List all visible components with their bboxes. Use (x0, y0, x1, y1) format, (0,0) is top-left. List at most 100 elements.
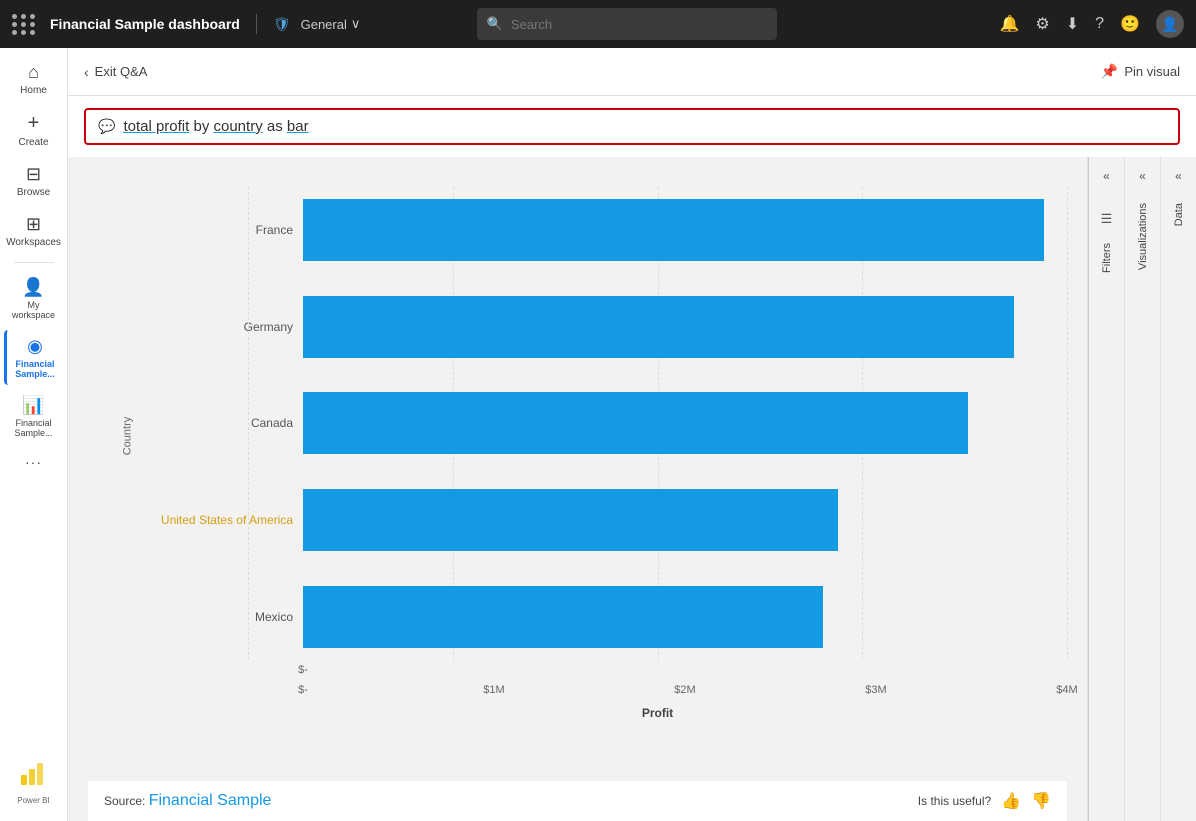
data-collapse-icon[interactable]: « (1171, 165, 1186, 187)
x-tick-2m: $2M (674, 684, 695, 696)
dashboard-title: Financial Sample dashboard (50, 16, 240, 32)
bar-row-germany: Germany (143, 284, 1067, 371)
help-icon[interactable]: ? (1095, 15, 1104, 33)
bars-area: France Germany (88, 187, 1067, 660)
query-total-profit: total profit (123, 118, 189, 135)
bars-container: Country (88, 187, 1067, 684)
sidebar-item-financial-sample-2[interactable]: 📊 Financial Sample... (4, 389, 64, 444)
download-icon[interactable]: ⬇ (1066, 14, 1079, 34)
bar-row-canada: Canada (143, 380, 1067, 467)
bar-track-usa (303, 489, 1067, 551)
bar-row-france: France (143, 187, 1067, 274)
x-tick-4m: $4M (1056, 684, 1077, 696)
grid-line-4m (1067, 187, 1068, 660)
query-country: country (214, 118, 263, 135)
sidebar-bottom: Power BI (17, 757, 49, 813)
qna-input-box[interactable]: 💬 total profit by country as bar (84, 108, 1180, 145)
bell-icon[interactable]: 🔔 (1000, 14, 1020, 34)
query-bar: bar (287, 118, 309, 135)
bar-track-mexico (303, 586, 1067, 648)
visualizations-panel-label: Visualizations (1137, 195, 1149, 278)
data-panel-label: Data (1173, 195, 1185, 234)
sidebar-item-label: Create (18, 137, 48, 148)
search-input[interactable] (511, 17, 767, 32)
bar-track-france (303, 199, 1067, 261)
workspace-selector[interactable]: General ∨ (301, 16, 361, 32)
bar-label-canada: Canada (143, 416, 293, 430)
exit-qna-button[interactable]: ‹ Exit Q&A (84, 64, 147, 80)
sidebar-item-my-workspace[interactable]: 👤 My workspace (4, 271, 64, 326)
sidebar-item-label: Home (20, 85, 47, 96)
nav-icon-group: 🔔 ⚙ ⬇ ? 🙂 👤 (1000, 10, 1185, 38)
app-launcher-icon[interactable] (12, 14, 36, 35)
filters-collapse-icon[interactable]: « (1099, 165, 1114, 187)
filters-icon: ☰ (1101, 211, 1113, 227)
thumbs-up-button[interactable]: 👍 (1001, 791, 1021, 811)
bar-fill-canada (303, 392, 968, 454)
workspace-label: General (301, 17, 347, 32)
bar-label-usa: United States of America (143, 513, 293, 527)
create-icon: + (28, 112, 40, 135)
chart-and-panels: Country (68, 157, 1196, 821)
feedback-icon[interactable]: 🙂 (1120, 14, 1140, 34)
content-area: ‹ Exit Q&A 📌 Pin visual 💬 total profit b… (68, 48, 1196, 821)
shield-icon: 🛡 (273, 16, 291, 33)
bar-track-canada (303, 392, 1067, 454)
bar-fill-france (303, 199, 1044, 261)
chart-main: Country (68, 157, 1087, 821)
sidebar-item-label: My workspace (8, 300, 60, 320)
sidebar-item-label: Financial Sample... (11, 359, 60, 379)
sidebar: ⌂ Home + Create ⊟ Browse ⊞ Workspaces 👤 … (0, 48, 68, 821)
filters-panel-label: Filters (1101, 235, 1113, 281)
gear-icon[interactable]: ⚙ (1035, 14, 1049, 34)
visualizations-collapse-icon[interactable]: « (1135, 165, 1150, 187)
pin-visual-button[interactable]: 📌 Pin visual (1101, 63, 1180, 80)
search-icon: 🔍 (487, 16, 503, 32)
financial-sample-2-icon: 📊 (22, 395, 44, 416)
bar-track-germany (303, 296, 1067, 358)
financial-sample-1-icon: ◉ (27, 336, 43, 357)
sidebar-divider (14, 262, 54, 263)
my-workspace-icon: 👤 (22, 277, 44, 298)
spacer (1106, 195, 1107, 203)
sidebar-item-label: Financial Sample... (8, 418, 60, 438)
bar-row-mexico: Mexico (143, 573, 1067, 660)
bar-fill-usa (303, 489, 838, 551)
useful-text: Is this useful? (918, 794, 991, 808)
nav-divider (256, 14, 257, 34)
sidebar-item-home[interactable]: ⌂ Home (4, 56, 64, 102)
y-axis-label: Country (121, 416, 133, 455)
x-tick-dollar: $- (298, 684, 308, 696)
bar-label-germany: Germany (143, 320, 293, 334)
qna-input-area: 💬 total profit by country as bar (68, 96, 1196, 157)
pin-icon: 📌 (1101, 63, 1118, 80)
home-icon: ⌂ (28, 62, 39, 83)
bar-label-mexico: Mexico (143, 610, 293, 624)
bar-fill-mexico (303, 586, 823, 648)
bar-label-france: France (143, 223, 293, 237)
sidebar-item-workspaces[interactable]: ⊞ Workspaces (4, 208, 64, 254)
search-box[interactable]: 🔍 (477, 8, 777, 40)
qna-header: ‹ Exit Q&A 📌 Pin visual (68, 48, 1196, 96)
qna-query-text: total profit by country as bar (123, 118, 308, 135)
sidebar-item-create[interactable]: + Create (4, 106, 64, 154)
sidebar-item-financial-sample-1[interactable]: ◉ Financial Sample... (4, 330, 64, 385)
avatar[interactable]: 👤 (1156, 10, 1184, 38)
back-arrow-icon: ‹ (84, 64, 89, 80)
sidebar-item-browse[interactable]: ⊟ Browse (4, 158, 64, 204)
bar-row-usa: United States of America (143, 477, 1067, 564)
workspaces-icon: ⊞ (26, 214, 41, 235)
sidebar-item-more[interactable]: ··· (4, 448, 64, 476)
thumbs-down-button[interactable]: 👎 (1031, 791, 1051, 811)
data-panel-tab[interactable]: « Data (1160, 157, 1196, 821)
x-tick-1m: $1M (483, 684, 504, 696)
filters-panel-tab[interactable]: « ☰ Filters (1088, 157, 1124, 821)
source-link[interactable]: Financial Sample (149, 792, 272, 809)
visualizations-panel-tab[interactable]: « Visualizations (1124, 157, 1160, 821)
query-as: as (267, 118, 287, 135)
chat-icon: 💬 (98, 118, 115, 135)
more-icon: ··· (25, 454, 42, 470)
x-axis-inner: $- $1M $2M $3M $4M (303, 684, 1067, 700)
sidebar-item-label: Workspaces (6, 237, 61, 248)
browse-icon: ⊟ (26, 164, 41, 185)
